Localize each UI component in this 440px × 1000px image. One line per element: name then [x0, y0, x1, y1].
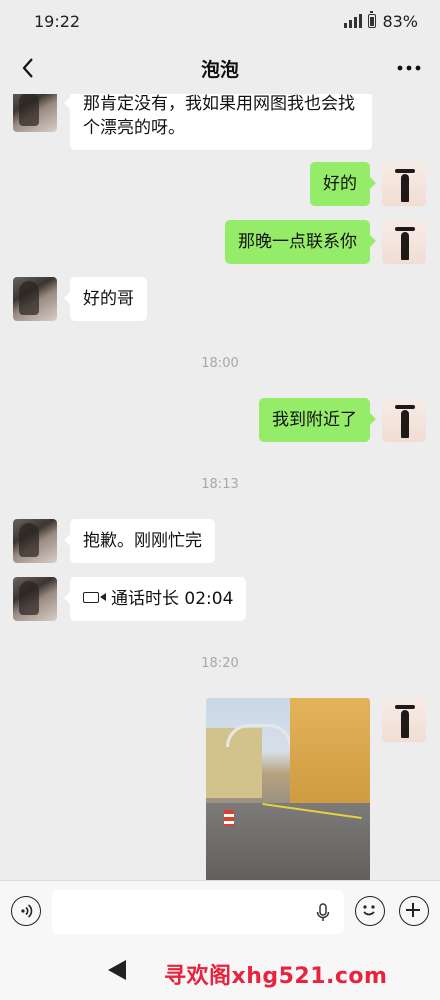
self-avatar[interactable]	[382, 220, 426, 264]
message-list[interactable]: 那肯定没有，我如果用网图我也会找个漂亮的呀。 好的 那晚一点联系你 好的哥 18…	[0, 94, 440, 880]
watermark-text: 寻欢阁xhg521.com	[164, 964, 388, 989]
input-bar	[0, 880, 440, 942]
plus-button[interactable]	[399, 896, 429, 926]
status-bar: 19:22 83%	[0, 0, 440, 42]
system-back-icon[interactable]	[108, 960, 126, 980]
back-button[interactable]	[14, 54, 42, 82]
more-options-button[interactable]	[394, 54, 424, 82]
signal-icon	[344, 14, 363, 28]
chat-header: 泡泡	[0, 42, 440, 94]
timestamp: 18:00	[201, 356, 239, 371]
battery-icon	[368, 11, 377, 28]
message-bubble[interactable]: 好的	[310, 162, 376, 206]
timestamp: 18:20	[201, 656, 239, 671]
status-indicators: 83%	[344, 11, 418, 31]
battery-level: 83%	[382, 11, 418, 31]
message-bubble[interactable]: 那肯定没有，我如果用网图我也会找个漂亮的呀。	[64, 94, 372, 150]
call-duration: 通话时长 02:04	[111, 589, 234, 609]
message-bubble[interactable]: 抱歉。刚刚忙完	[64, 519, 215, 563]
emoji-button[interactable]	[355, 896, 385, 926]
status-time: 19:22	[34, 11, 81, 31]
contact-avatar[interactable]	[13, 519, 57, 563]
contact-avatar[interactable]	[13, 94, 57, 132]
video-call-icon	[83, 591, 106, 603]
emoji-icon	[363, 905, 375, 916]
self-avatar[interactable]	[382, 162, 426, 206]
chevron-left-icon	[22, 58, 33, 78]
self-avatar[interactable]	[382, 398, 426, 442]
self-avatar[interactable]	[382, 698, 426, 742]
call-record-bubble[interactable]: 通话时长 02:04	[63, 577, 247, 621]
more-dots-icon	[397, 65, 421, 71]
chat-title: 泡泡	[200, 58, 239, 81]
message-bubble[interactable]: 我到附近了	[259, 398, 376, 442]
message-input[interactable]	[52, 890, 344, 934]
contact-avatar[interactable]	[13, 577, 57, 621]
timestamp: 18:13	[201, 477, 239, 492]
message-bubble[interactable]: 那晚一点联系你	[225, 220, 376, 264]
microphone-icon[interactable]	[316, 903, 330, 923]
system-navigation-bar: 寻欢阁xhg521.com	[0, 942, 440, 1000]
message-bubble[interactable]: 好的哥	[64, 277, 147, 321]
voice-toggle-icon	[21, 904, 33, 918]
photo-thumbnail[interactable]	[206, 698, 370, 880]
voice-toggle-button[interactable]	[11, 896, 41, 926]
contact-avatar[interactable]	[13, 277, 57, 321]
